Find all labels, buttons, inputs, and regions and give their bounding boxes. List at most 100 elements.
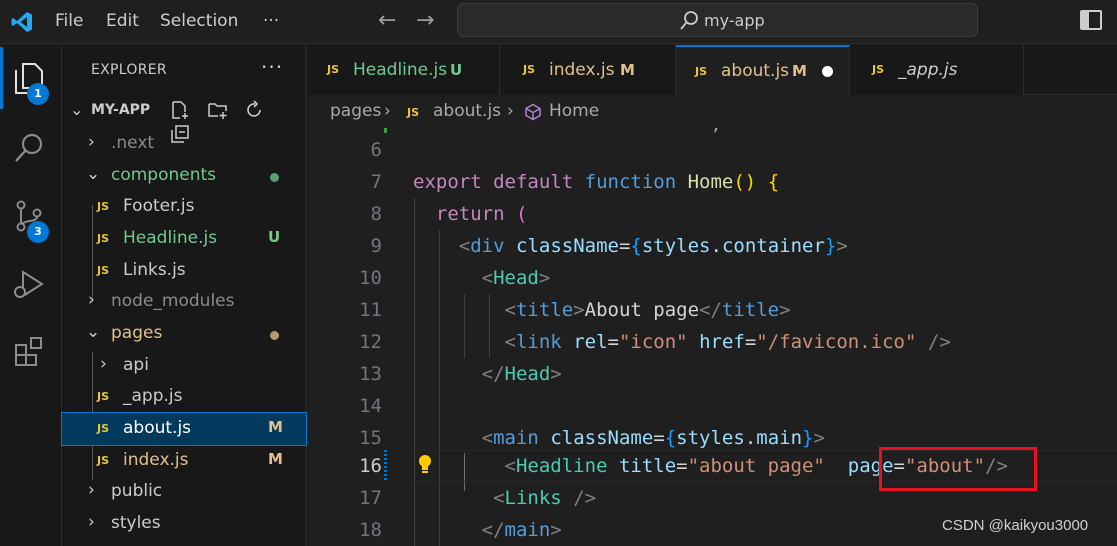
activity-bar: 1 3 [0,45,62,546]
code-line-14: 14 [307,390,1117,422]
tab-label: _app.js [898,60,958,80]
code-line-13: 13 </Head> [307,358,1117,390]
tab-about-js[interactable]: JS about.js M [676,45,850,96]
code-text: <title>About page</title> [504,299,791,321]
tree-item-headline-js[interactable]: JS Headline.js U [62,223,306,255]
code-text: <main className={styles.main}> [481,427,825,449]
tree-item-label: public [111,481,163,501]
code-text: return ( [435,203,528,225]
chevron-down-icon: ⌄ [86,322,101,342]
breadcrumb: pages › JS about.js › Home [307,96,1117,128]
tab-app-js[interactable]: JS _app.js [850,45,1024,95]
line-number: 11 [359,299,382,321]
activity-explorer[interactable]: 1 [0,47,62,109]
back-arrow-icon[interactable]: ← [378,8,396,33]
js-file-icon: JS [523,63,536,76]
breadcrumb-file[interactable]: about.js [433,101,501,121]
breadcrumb-folder[interactable]: pages [330,101,381,121]
highlight-annotation-box [879,447,1037,491]
explorer-badge: 1 [27,83,49,105]
activity-run-debug[interactable] [0,253,62,315]
workspace-root[interactable]: ⌄ MY-APP [62,97,306,143]
modified-badge: M [268,450,283,468]
new-file-icon[interactable] [170,100,190,120]
tree-item-node-modules[interactable]: › node_modules [62,286,306,318]
activity-search[interactable] [0,117,62,179]
js-file-icon: JS [872,63,885,76]
unsaved-dot-icon[interactable] [822,66,833,77]
chevron-down-icon: ⌄ [70,100,84,119]
tab-index-js[interactable]: JS index.js M [500,45,676,95]
source-control-badge: 3 [27,221,49,243]
menu-selection[interactable]: Selection [160,11,238,31]
tab-headline-js[interactable]: JS Headline.js U [307,45,500,95]
tab-status-flag: M [792,62,807,80]
code-line-9: 9 <div className={styles.container}> [307,230,1117,262]
tree-item-label: index.js [123,450,189,470]
line-number: 17 [359,487,382,509]
code-text: </main> [481,519,562,541]
explorer-more-button[interactable]: ··· [261,55,283,79]
js-file-icon: JS [97,454,110,467]
code-text: <link rel="icon" href="/favicon.ico" /> [504,331,951,353]
line-number: 8 [370,203,382,225]
menu-edit[interactable]: Edit [106,11,139,31]
tree-item-about-js[interactable]: JS about.js M [61,412,307,446]
line-number: 10 [359,267,382,289]
tree-item-pages[interactable]: ⌄ pages [62,318,306,350]
tab-status-flag: M [620,61,635,79]
activity-extensions[interactable] [0,321,62,383]
tree-item-links-js[interactable]: JS Links.js [62,255,306,287]
tree-item-public[interactable]: › public [62,476,306,508]
code-text: <div className={styles.container}> [458,235,848,257]
code-text: </Head> [481,363,562,385]
forward-arrow-icon[interactable]: → [416,8,434,33]
js-file-icon: JS [97,232,110,245]
code-editor[interactable]: , 6 7 export default function Home() { 8… [307,128,1117,546]
untracked-badge: U [268,228,281,246]
menu-more[interactable]: ··· [263,11,279,31]
line-number: 6 [370,139,382,161]
explorer-title: EXPLORER [91,62,167,78]
tree-item-api[interactable]: › api [62,350,306,382]
line-number: 13 [359,363,382,385]
workspace-root-label: MY-APP [91,102,151,118]
search-icon [680,11,698,30]
new-folder-icon[interactable] [207,100,227,120]
tab-label: about.js [721,61,790,81]
tree-item-footer-js[interactable]: JS Footer.js [62,191,306,223]
chevron-right-icon: › [88,132,95,152]
command-center-search[interactable]: my-app [457,3,978,37]
js-file-icon: JS [327,63,340,76]
code-line-11: 11 <title>About page</title> [307,294,1117,326]
tree-item-label: components [111,165,217,185]
breadcrumb-symbol[interactable]: Home [549,101,599,121]
search-icon [15,133,43,162]
tree-item-app-js[interactable]: JS _app.js [62,381,306,413]
tree-item-label: about.js [123,418,192,438]
code-line-7: 7 export default function Home() { [307,166,1117,198]
tree-item-label: .next [111,133,155,153]
refresh-icon[interactable] [244,100,264,120]
toggle-sidebar-icon[interactable] [1080,10,1102,30]
explorer-sidebar: EXPLORER ··· ⌄ MY-APP › .next ⌄ componen… [61,45,307,546]
code-text: <Links /> [493,487,597,509]
menu-file[interactable]: File [55,11,83,31]
tree-item-label: pages [111,323,163,343]
editor-tab-bar: JS Headline.js U JS index.js M JS about.… [307,45,1117,96]
tree-item-label: api [123,355,149,375]
activity-source-control[interactable]: 3 [0,185,62,247]
chevron-down-icon: ⌄ [86,164,101,184]
chevron-right-icon: › [88,512,95,532]
tree-item-index-js[interactable]: JS index.js M [62,445,306,477]
tree-item-label: Footer.js [123,196,195,216]
tree-item-next[interactable]: › .next [62,128,306,160]
tree-item-components[interactable]: ⌄ components [62,160,306,192]
code-line-12: 12 <link rel="icon" href="/favicon.ico" … [307,326,1117,358]
js-file-icon: JS [97,390,110,403]
tab-label: Headline.js [353,60,448,80]
run-debug-icon [14,270,44,298]
code-line-8: 8 return ( [307,198,1117,230]
tree-item-styles[interactable]: › styles [62,508,306,540]
extensions-icon [15,337,42,366]
